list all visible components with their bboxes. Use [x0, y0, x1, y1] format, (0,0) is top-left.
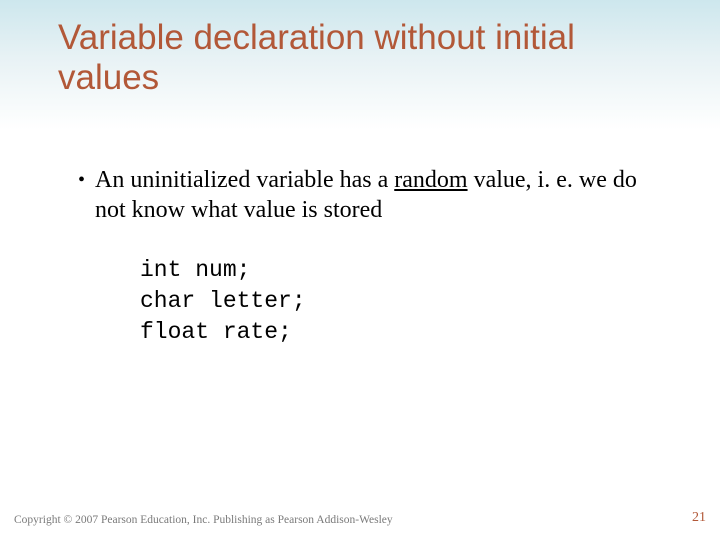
code-line-1: int num;: [140, 255, 660, 286]
bullet-text-underlined: random: [394, 167, 467, 193]
bullet-item: • An uninitialized variable has a random…: [78, 165, 660, 225]
code-block: int num; char letter; float rate;: [140, 255, 660, 348]
copyright-text: Copyright © 2007 Pearson Education, Inc.…: [14, 514, 393, 526]
bullet-text: An uninitialized variable has a random v…: [95, 165, 660, 225]
bullet-marker: •: [78, 167, 85, 193]
slide-title: Variable declaration without initial val…: [58, 18, 680, 99]
code-line-2: char letter;: [140, 286, 660, 317]
bullet-text-pre: An uninitialized variable has a: [95, 167, 394, 193]
code-line-3: float rate;: [140, 317, 660, 348]
page-number: 21: [692, 510, 706, 526]
slide-content: • An uninitialized variable has a random…: [78, 165, 660, 348]
